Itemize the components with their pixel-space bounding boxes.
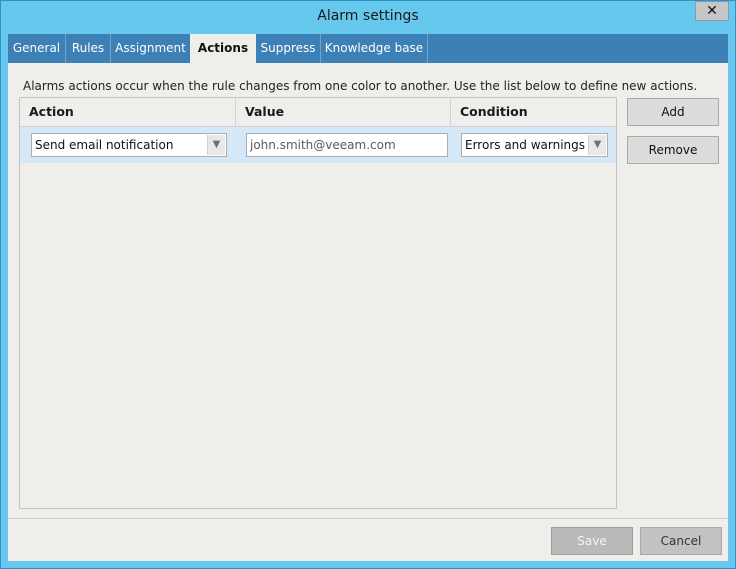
chevron-down-icon[interactable]: ▼: [207, 135, 225, 155]
condition-dropdown[interactable]: Errors and warnings ▼: [461, 133, 608, 157]
column-header-value[interactable]: Value: [236, 98, 450, 126]
tab-knowledge-base[interactable]: Knowledge base: [321, 34, 427, 63]
close-button[interactable]: ✕: [695, 1, 729, 21]
tab-divider: [427, 34, 428, 63]
tab-bar: General Rules Assignment Actions Suppres…: [8, 34, 728, 64]
tab-assignment[interactable]: Assignment: [111, 34, 190, 63]
actions-grid: Action Value Condition Send email notifi…: [19, 97, 617, 509]
column-header-action[interactable]: Action: [20, 98, 235, 126]
value-input-text: john.smith@veeam.com: [250, 138, 396, 152]
condition-dropdown-value: Errors and warnings: [465, 138, 586, 152]
action-dropdown[interactable]: Send email notification ▼: [31, 133, 227, 157]
save-button[interactable]: Save: [551, 527, 633, 555]
action-dropdown-value: Send email notification: [35, 138, 174, 152]
tab-rules[interactable]: Rules: [66, 34, 110, 63]
title-bar: Alarm settings ✕: [1, 1, 735, 33]
actions-description: Alarms actions occur when the rule chang…: [23, 79, 698, 93]
table-row[interactable]: Send email notification ▼ john.smith@vee…: [20, 127, 616, 163]
window-title: Alarm settings: [317, 8, 419, 24]
cancel-button[interactable]: Cancel: [640, 527, 722, 555]
value-input[interactable]: john.smith@veeam.com: [246, 133, 448, 157]
column-header-condition[interactable]: Condition: [451, 98, 616, 126]
tab-general[interactable]: General: [8, 34, 65, 63]
tab-actions[interactable]: Actions: [190, 34, 256, 64]
alarm-settings-window: Alarm settings ✕ General Rules Assignmen…: [0, 0, 736, 569]
chevron-down-icon[interactable]: ▼: [588, 135, 606, 155]
footer-divider: [8, 518, 728, 519]
tab-suppress[interactable]: Suppress: [256, 34, 320, 63]
grid-header: Action Value Condition: [20, 98, 616, 127]
remove-button[interactable]: Remove: [627, 136, 719, 164]
actions-panel: Alarms actions occur when the rule chang…: [8, 63, 728, 561]
close-icon: ✕: [706, 3, 718, 19]
add-button[interactable]: Add: [627, 98, 719, 126]
